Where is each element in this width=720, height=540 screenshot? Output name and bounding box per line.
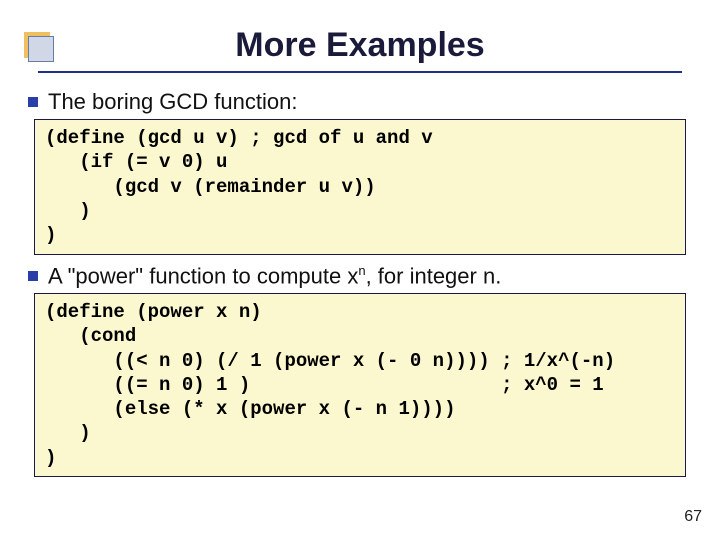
intro2-sup: n [358, 263, 365, 278]
intro2-pre: A "power" function to compute x [48, 263, 358, 288]
bullet-square-icon [28, 97, 38, 107]
code-block-power: (define (power x n) (cond ((< n 0) (/ 1 … [34, 293, 686, 477]
bullet-1: The boring GCD function: [28, 89, 694, 115]
slide: { "title": "More Examples", "intro1": "T… [0, 0, 720, 540]
slide-title: More Examples [0, 0, 720, 65]
intro-text-2: A "power" function to compute xn, for in… [48, 263, 501, 289]
slide-body: The boring GCD function: (define (gcd u … [0, 73, 720, 477]
bullet-square-icon [28, 271, 38, 281]
code-block-gcd: (define (gcd u v) ; gcd of u and v (if (… [34, 119, 686, 255]
accent-icon [28, 36, 54, 62]
bullet-2: A "power" function to compute xn, for in… [28, 263, 694, 289]
page-number: 67 [684, 508, 702, 526]
intro-text-1: The boring GCD function: [48, 89, 297, 115]
intro2-post: , for integer n. [366, 263, 502, 288]
